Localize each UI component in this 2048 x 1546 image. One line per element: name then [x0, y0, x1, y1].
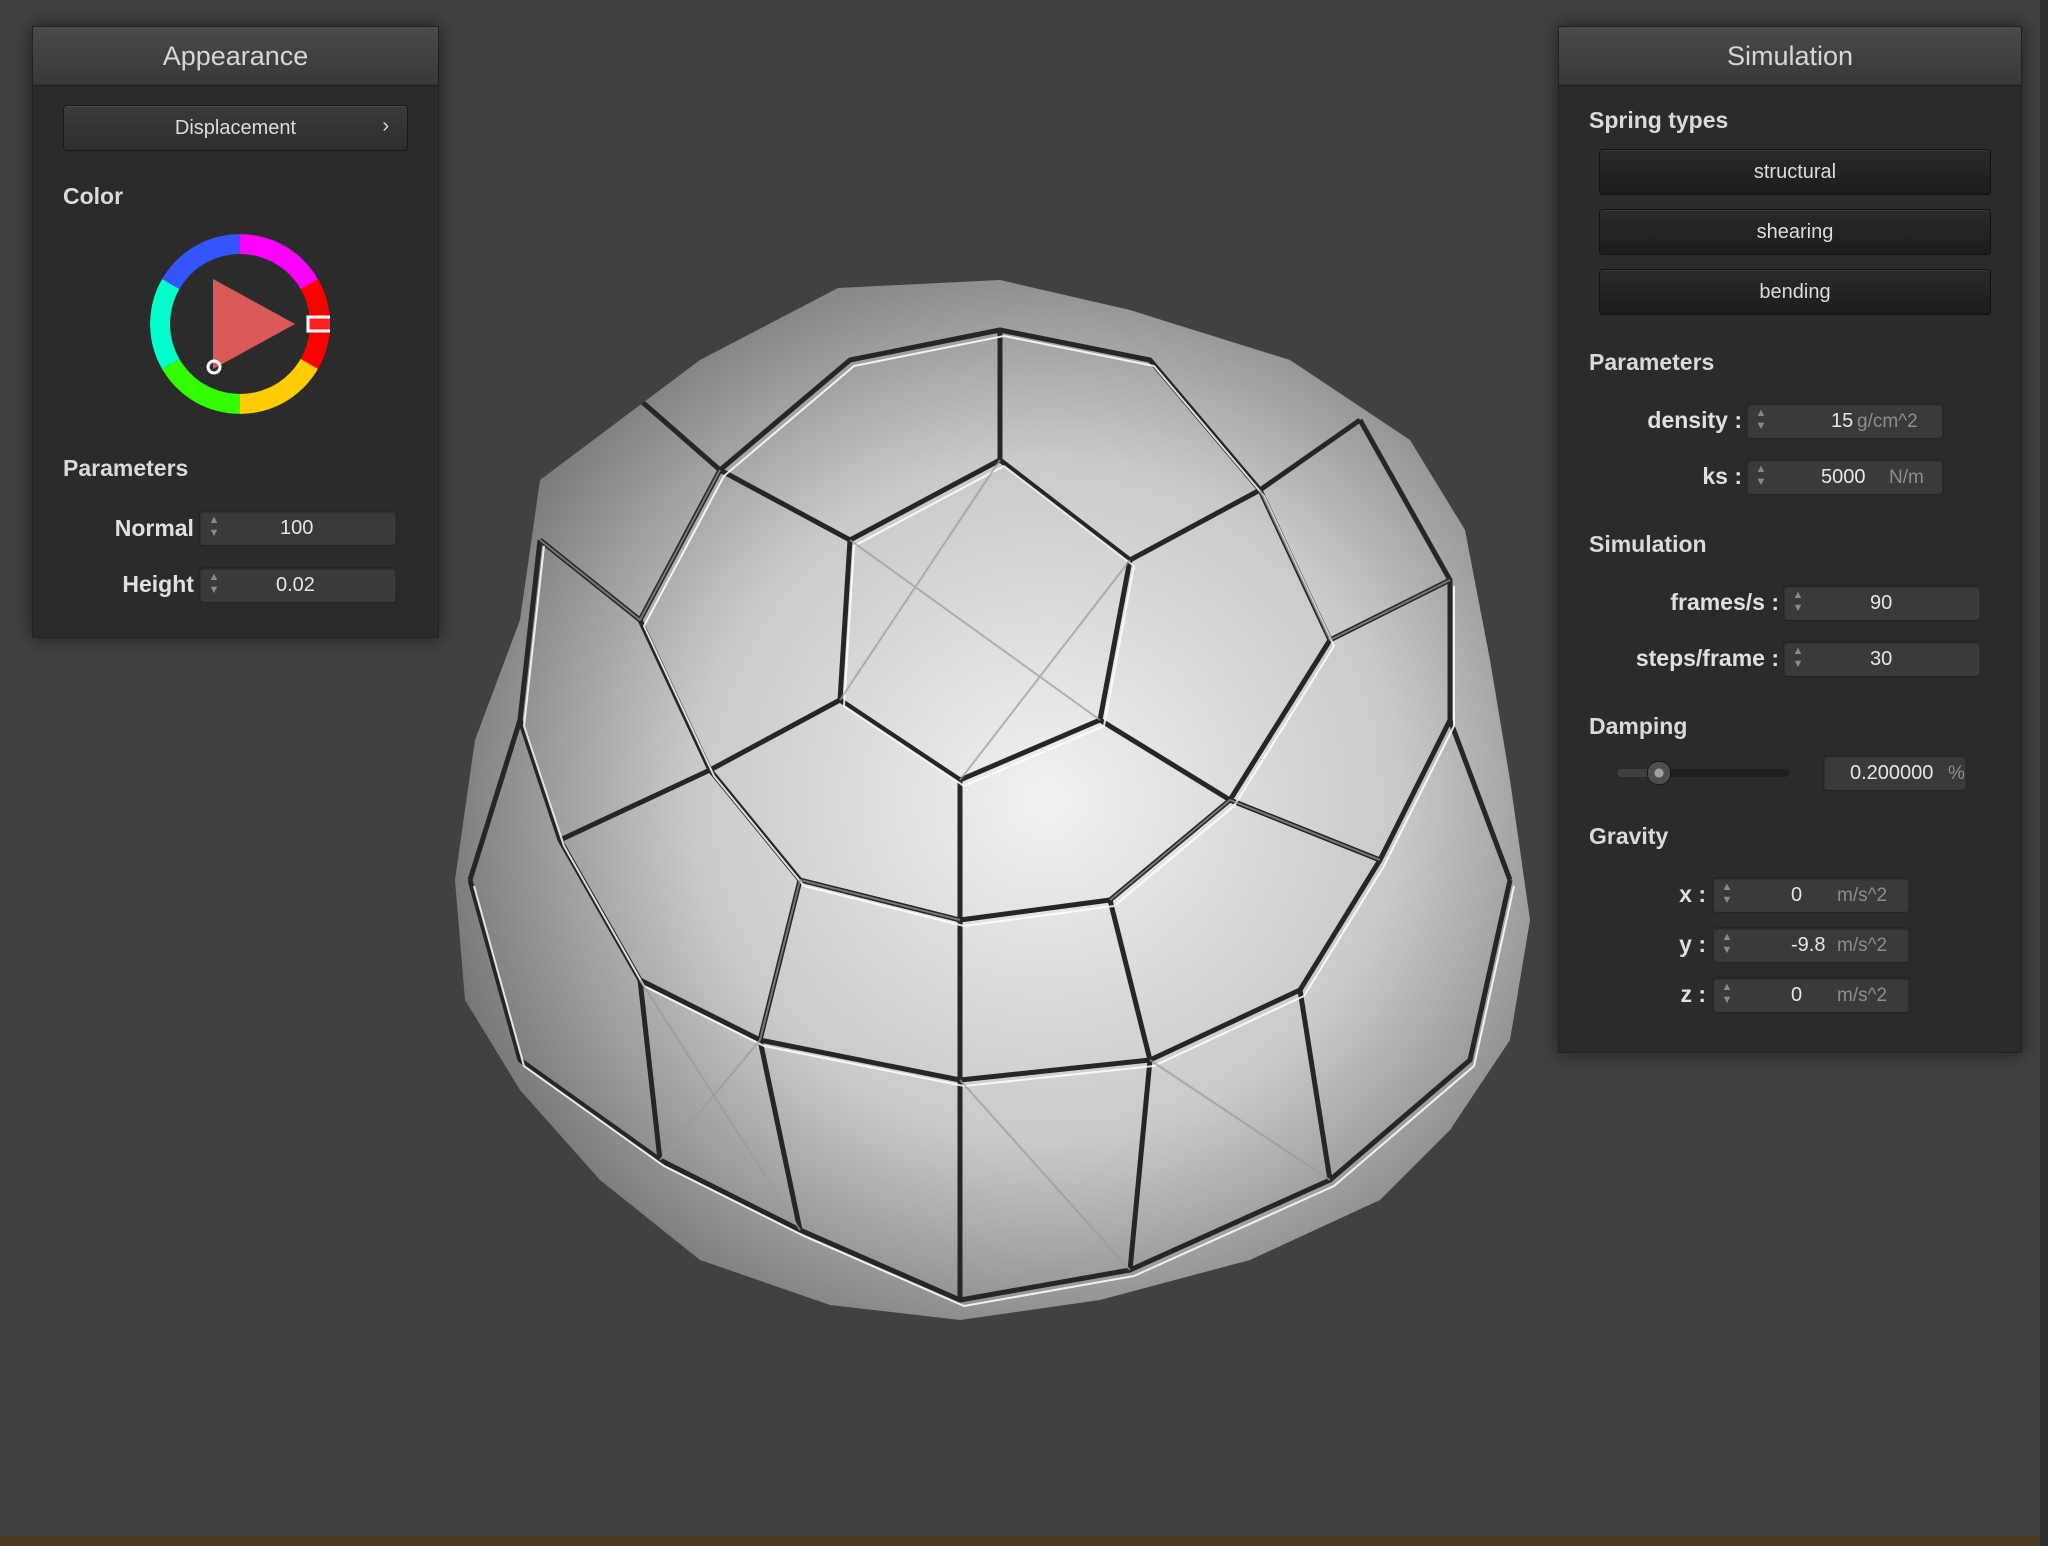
normal-label: Normal : — [114, 515, 208, 541]
steps-per-frame-label: steps/frame : — [1635, 645, 1779, 671]
gravity-z-unit: m/s^2 — [1837, 985, 1888, 1006]
damping-value: 0.200000 — [1850, 762, 1934, 784]
gravity-x-label: x : — [1679, 881, 1706, 907]
color-wheel[interactable] — [150, 234, 330, 414]
gravity-label: Gravity — [1589, 823, 1669, 849]
window-right-edge — [2040, 0, 2048, 1546]
steps-per-frame-spinbox[interactable]: ▲ ▼ 30 — [1783, 641, 1981, 677]
gravity-z-label: z : — [1680, 981, 1706, 1007]
normal-spinbox[interactable]: ▲ ▼ 100 — [199, 510, 397, 546]
color-label: Color — [63, 183, 124, 209]
appearance-panel: Appearance Displacement › Color Paramete… — [32, 26, 439, 638]
damping-label: Damping — [1589, 713, 1688, 739]
damping-unit: % — [1948, 763, 1965, 784]
structural-button[interactable]: structural — [1599, 149, 1991, 195]
spinner-arrows-icon[interactable]: ▲ ▼ — [1720, 981, 1734, 1007]
damping-slider-handle[interactable] — [1647, 761, 1671, 785]
steps-per-frame-value: 30 — [1870, 648, 1893, 670]
spinner-arrows-icon[interactable]: ▲ ▼ — [1754, 407, 1768, 433]
density-value: 15 — [1831, 410, 1854, 432]
chevron-right-icon: › — [382, 115, 389, 137]
spinner-arrows-icon[interactable]: ▲ ▼ — [1791, 645, 1805, 671]
frames-per-second-label: frames/s : — [1670, 589, 1779, 615]
normal-value: 100 — [280, 517, 314, 539]
hue-picker-marker — [306, 315, 330, 333]
ks-unit: N/m — [1889, 467, 1924, 488]
height-spinbox[interactable]: ▲ ▼ 0.02 — [199, 567, 397, 603]
simulation-panel: Simulation Spring types structural shear… — [1558, 26, 2022, 1053]
shearing-button[interactable]: shearing — [1599, 209, 1991, 255]
appearance-parameters-label: Parameters — [63, 455, 189, 481]
spinner-arrows-icon[interactable]: ▲ ▼ — [1720, 931, 1734, 957]
bending-button[interactable]: bending — [1599, 269, 1991, 315]
damping-value-box[interactable]: 0.200000 % — [1823, 755, 1967, 791]
gravity-y-spinbox[interactable]: ▲ ▼ -9.8 m/s^2 — [1712, 927, 1910, 963]
gravity-x-unit: m/s^2 — [1837, 885, 1888, 906]
gravity-z-spinbox[interactable]: ▲ ▼ 0 m/s^2 — [1712, 977, 1910, 1013]
height-value: 0.02 — [276, 574, 315, 596]
density-label: density : — [1647, 407, 1742, 433]
simulation-panel-title[interactable]: Simulation — [1559, 27, 2021, 86]
simulation-parameters-label: Parameters — [1589, 349, 1715, 375]
appearance-panel-title[interactable]: Appearance — [33, 27, 438, 86]
spinner-arrows-icon[interactable]: ▲ ▼ — [1791, 589, 1805, 615]
frames-per-second-spinbox[interactable]: ▲ ▼ 90 — [1783, 585, 1981, 621]
simulation-section-label: Simulation — [1589, 531, 1707, 557]
spinner-arrows-icon[interactable]: ▲ ▼ — [207, 571, 221, 597]
ks-value: 5000 — [1821, 466, 1866, 488]
ks-label: ks : — [1702, 463, 1742, 489]
height-label: Height : — [122, 571, 208, 597]
spinner-arrows-icon[interactable]: ▲ ▼ — [1754, 463, 1768, 489]
shader-dropdown-label: Displacement — [174, 117, 297, 139]
gravity-x-spinbox[interactable]: ▲ ▼ 0 m/s^2 — [1712, 877, 1910, 913]
gravity-z-value: 0 — [1791, 984, 1803, 1006]
window-bottom-edge — [0, 1536, 2048, 1546]
spring-types-label: Spring types — [1589, 107, 1729, 133]
gravity-x-value: 0 — [1791, 884, 1803, 906]
damping-slider[interactable] — [1617, 761, 1789, 785]
gravity-y-value: -9.8 — [1791, 934, 1826, 956]
density-unit: g/cm^2 — [1857, 411, 1918, 432]
gravity-y-label: y : — [1679, 931, 1706, 957]
spinner-arrows-icon[interactable]: ▲ ▼ — [1720, 881, 1734, 907]
frames-per-second-value: 90 — [1870, 592, 1893, 614]
density-spinbox[interactable]: ▲ ▼ 15 g/cm^2 — [1746, 403, 1944, 439]
shader-dropdown[interactable]: Displacement › — [63, 105, 408, 151]
gravity-y-unit: m/s^2 — [1837, 935, 1888, 956]
spinner-arrows-icon[interactable]: ▲ ▼ — [207, 514, 221, 540]
ks-spinbox[interactable]: ▲ ▼ 5000 N/m — [1746, 459, 1944, 495]
